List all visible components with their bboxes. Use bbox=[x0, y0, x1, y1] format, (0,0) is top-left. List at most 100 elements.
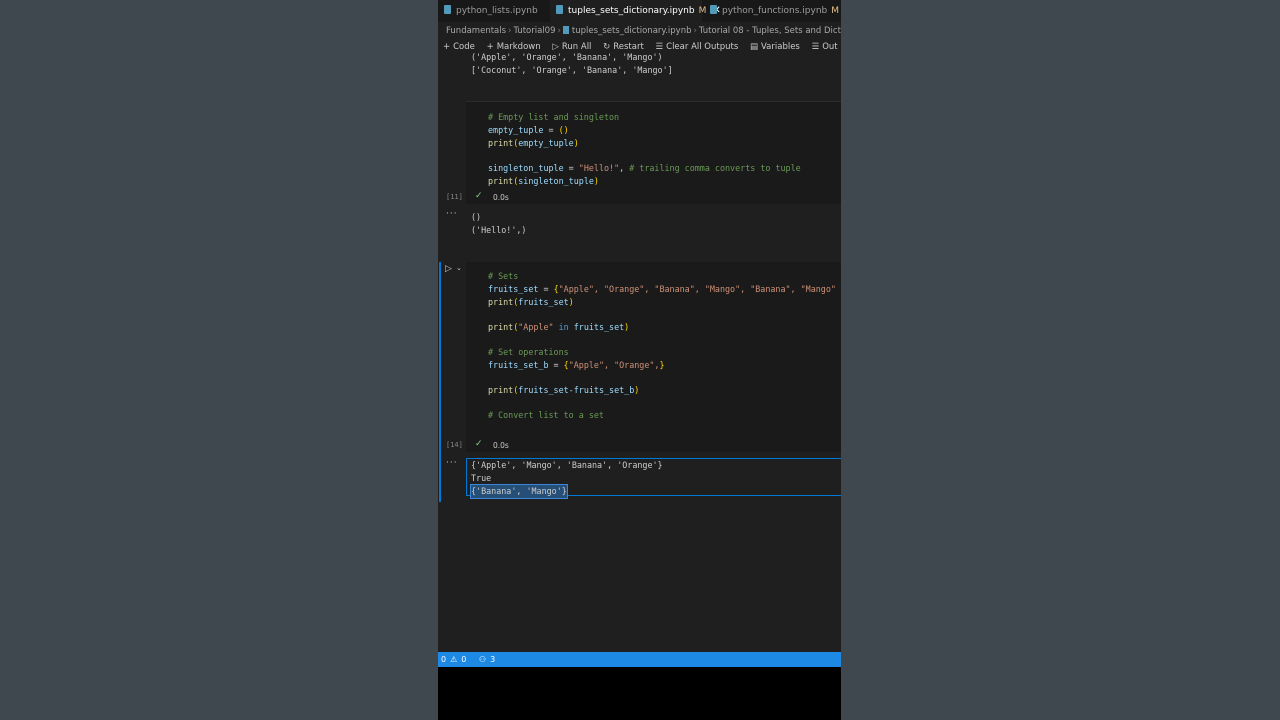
tab-python-functions[interactable]: python_functions.ipynb M bbox=[704, 0, 841, 22]
warning-icon: ⚠ bbox=[450, 655, 458, 664]
execution-count: [11] bbox=[446, 193, 463, 201]
code-token: empty_tuple bbox=[518, 138, 574, 148]
code-line[interactable]: print(singleton_tuple) bbox=[488, 175, 599, 188]
code-token: "Apple", "Orange", bbox=[568, 360, 660, 370]
execution-count: [14] bbox=[446, 441, 463, 449]
success-check-icon: ✓ bbox=[475, 191, 483, 201]
code-token: "Apple", "Orange", "Banana", "Mango", "B… bbox=[558, 284, 836, 294]
code-line[interactable]: # Empty list and singleton bbox=[488, 111, 619, 124]
code-line[interactable]: empty_tuple = () bbox=[488, 124, 569, 137]
cell-focus-indicator bbox=[439, 262, 441, 502]
code-token: fruits_set_b bbox=[488, 360, 549, 370]
output-menu-icon[interactable]: ··· bbox=[446, 458, 458, 468]
outline-icon: ☰ bbox=[811, 42, 820, 52]
code-line[interactable]: # Convert list to a set bbox=[488, 409, 604, 422]
run-cell-icon[interactable]: ▷ bbox=[445, 264, 452, 274]
code-comment: # trailing comma converts to tuple bbox=[629, 163, 801, 173]
code-line[interactable]: print(fruits_set-fruits_set_b) bbox=[488, 384, 639, 397]
code-line[interactable]: singleton_tuple = "Hello!", # trailing c… bbox=[488, 162, 801, 175]
code-token: = bbox=[543, 125, 559, 135]
code-token: singleton_tuple bbox=[518, 176, 594, 186]
breadcrumb: Fundamentals › Tutorial09 › tuples_sets_dict… bbox=[446, 24, 841, 38]
code-token: empty_tuple bbox=[488, 125, 544, 135]
bottom-black-area bbox=[438, 667, 841, 720]
ports-count[interactable]: 3 bbox=[490, 655, 495, 664]
ports-icon: ⚇ bbox=[478, 655, 487, 664]
tab-label: python_lists.ipynb bbox=[456, 6, 538, 16]
variables-button[interactable]: ▤ Variables bbox=[750, 40, 800, 54]
tab-tuples-sets-dictionary[interactable]: tuples_sets_dictionary.ipynbM✕ bbox=[550, 0, 721, 22]
code-token: = bbox=[563, 163, 579, 173]
breadcrumb-separator: › bbox=[508, 26, 512, 36]
breadcrumb-item[interactable]: Tutorial09 bbox=[513, 26, 555, 36]
background-right bbox=[841, 0, 1280, 720]
code-comment: # Set operations bbox=[488, 347, 569, 357]
variables-icon: ▤ bbox=[749, 42, 759, 52]
code-comment: # Convert list to a set bbox=[488, 410, 604, 420]
chevron-down-icon[interactable]: ⌄ bbox=[456, 264, 462, 272]
code-line[interactable]: print("Apple" in fruits_set) bbox=[488, 321, 629, 334]
code-token: "Apple" bbox=[518, 322, 554, 332]
notebook-file-icon bbox=[710, 5, 717, 14]
output-line: True bbox=[471, 473, 492, 483]
output-menu-icon[interactable]: ··· bbox=[446, 209, 458, 219]
code-cell-14[interactable]: # Sets fruits_set = {"Apple", "Orange", … bbox=[466, 262, 841, 452]
code-token: print bbox=[488, 322, 514, 332]
execution-time: 0.0s bbox=[493, 441, 509, 450]
code-line[interactable]: fruits_set = {"Apple", "Orange", "Banana… bbox=[488, 283, 836, 296]
outline-button[interactable]: ☰ Out bbox=[812, 40, 838, 54]
previous-output-line: ('Apple', 'Orange', 'Banana', 'Mango') bbox=[471, 52, 663, 62]
code-line[interactable]: # Set operations bbox=[488, 346, 569, 359]
code-token: ) bbox=[634, 385, 640, 395]
code-line[interactable]: fruits_set_b = {"Apple", "Orange",} bbox=[488, 359, 665, 372]
error-count[interactable]: 0 bbox=[441, 655, 446, 664]
code-token: } bbox=[659, 360, 665, 370]
tab-python-lists[interactable]: python_lists.ipynb bbox=[438, 0, 550, 22]
code-token: print bbox=[488, 385, 514, 395]
code-token: "Hello!" bbox=[578, 163, 620, 173]
breadcrumb-item[interactable]: Fundamentals bbox=[446, 26, 506, 36]
execution-time: 0.0s bbox=[493, 193, 509, 202]
breadcrumb-separator: › bbox=[557, 26, 561, 36]
tab-label: python_functions.ipynb bbox=[722, 6, 828, 16]
code-token: print bbox=[488, 297, 514, 307]
code-token: () bbox=[558, 125, 569, 135]
tab-label: tuples_sets_dictionary.ipynb bbox=[568, 6, 695, 16]
code-token: singleton_tuple bbox=[488, 163, 564, 173]
outline-label: Out bbox=[822, 42, 838, 52]
selected-output-line[interactable]: {'Banana', 'Mango'} bbox=[470, 484, 568, 499]
background-left bbox=[0, 0, 438, 720]
warning-count[interactable]: 0 bbox=[461, 655, 466, 664]
code-token: print bbox=[488, 176, 514, 186]
clear-outputs-button[interactable]: ☰ Clear All Outputs bbox=[656, 40, 739, 54]
code-token: = bbox=[548, 360, 564, 370]
code-token: = bbox=[538, 284, 554, 294]
code-token: print bbox=[488, 138, 514, 148]
clear-outputs-label: Clear All Outputs bbox=[666, 42, 739, 52]
code-token: fruits_set bbox=[488, 284, 539, 294]
code-token: fruits_set-fruits_set_b bbox=[518, 385, 635, 395]
code-token: , bbox=[619, 163, 630, 173]
code-token: in bbox=[553, 322, 574, 332]
code-token: fruits_set bbox=[518, 297, 569, 307]
code-line[interactable]: print(fruits_set) bbox=[488, 296, 574, 309]
plus-icon: + bbox=[443, 42, 451, 52]
code-cell-11[interactable]: # Empty list and singleton empty_tuple =… bbox=[466, 102, 841, 204]
output-line: ('Hello!',) bbox=[471, 225, 527, 235]
code-comment: # Empty list and singleton bbox=[488, 112, 620, 122]
vscode-window: python_lists.ipynb tuples_sets_dictionar… bbox=[438, 0, 841, 720]
modified-indicator: M bbox=[831, 6, 840, 16]
code-token: ) bbox=[624, 322, 630, 332]
code-token: fruits_set bbox=[573, 322, 625, 332]
success-check-icon: ✓ bbox=[475, 439, 483, 449]
breadcrumb-item[interactable]: tuples_sets_dictionary.ipynb bbox=[572, 26, 692, 36]
code-line[interactable]: print(empty_tuple) bbox=[488, 137, 579, 150]
breadcrumb-item[interactable]: Tutorial 08 - Tuples, Sets and Dictio bbox=[699, 26, 841, 36]
output-line: {'Apple', 'Mango', 'Banana', 'Orange'} bbox=[471, 460, 663, 470]
notebook-file-icon bbox=[562, 26, 569, 34]
code-comment: # Sets bbox=[488, 271, 519, 281]
code-line[interactable]: # Sets bbox=[488, 270, 518, 283]
code-token: ) bbox=[568, 297, 574, 307]
tab-bar: python_lists.ipynb tuples_sets_dictionar… bbox=[438, 0, 841, 22]
previous-output-line: ['Coconut', 'Orange', 'Banana', 'Mango'] bbox=[471, 65, 673, 75]
